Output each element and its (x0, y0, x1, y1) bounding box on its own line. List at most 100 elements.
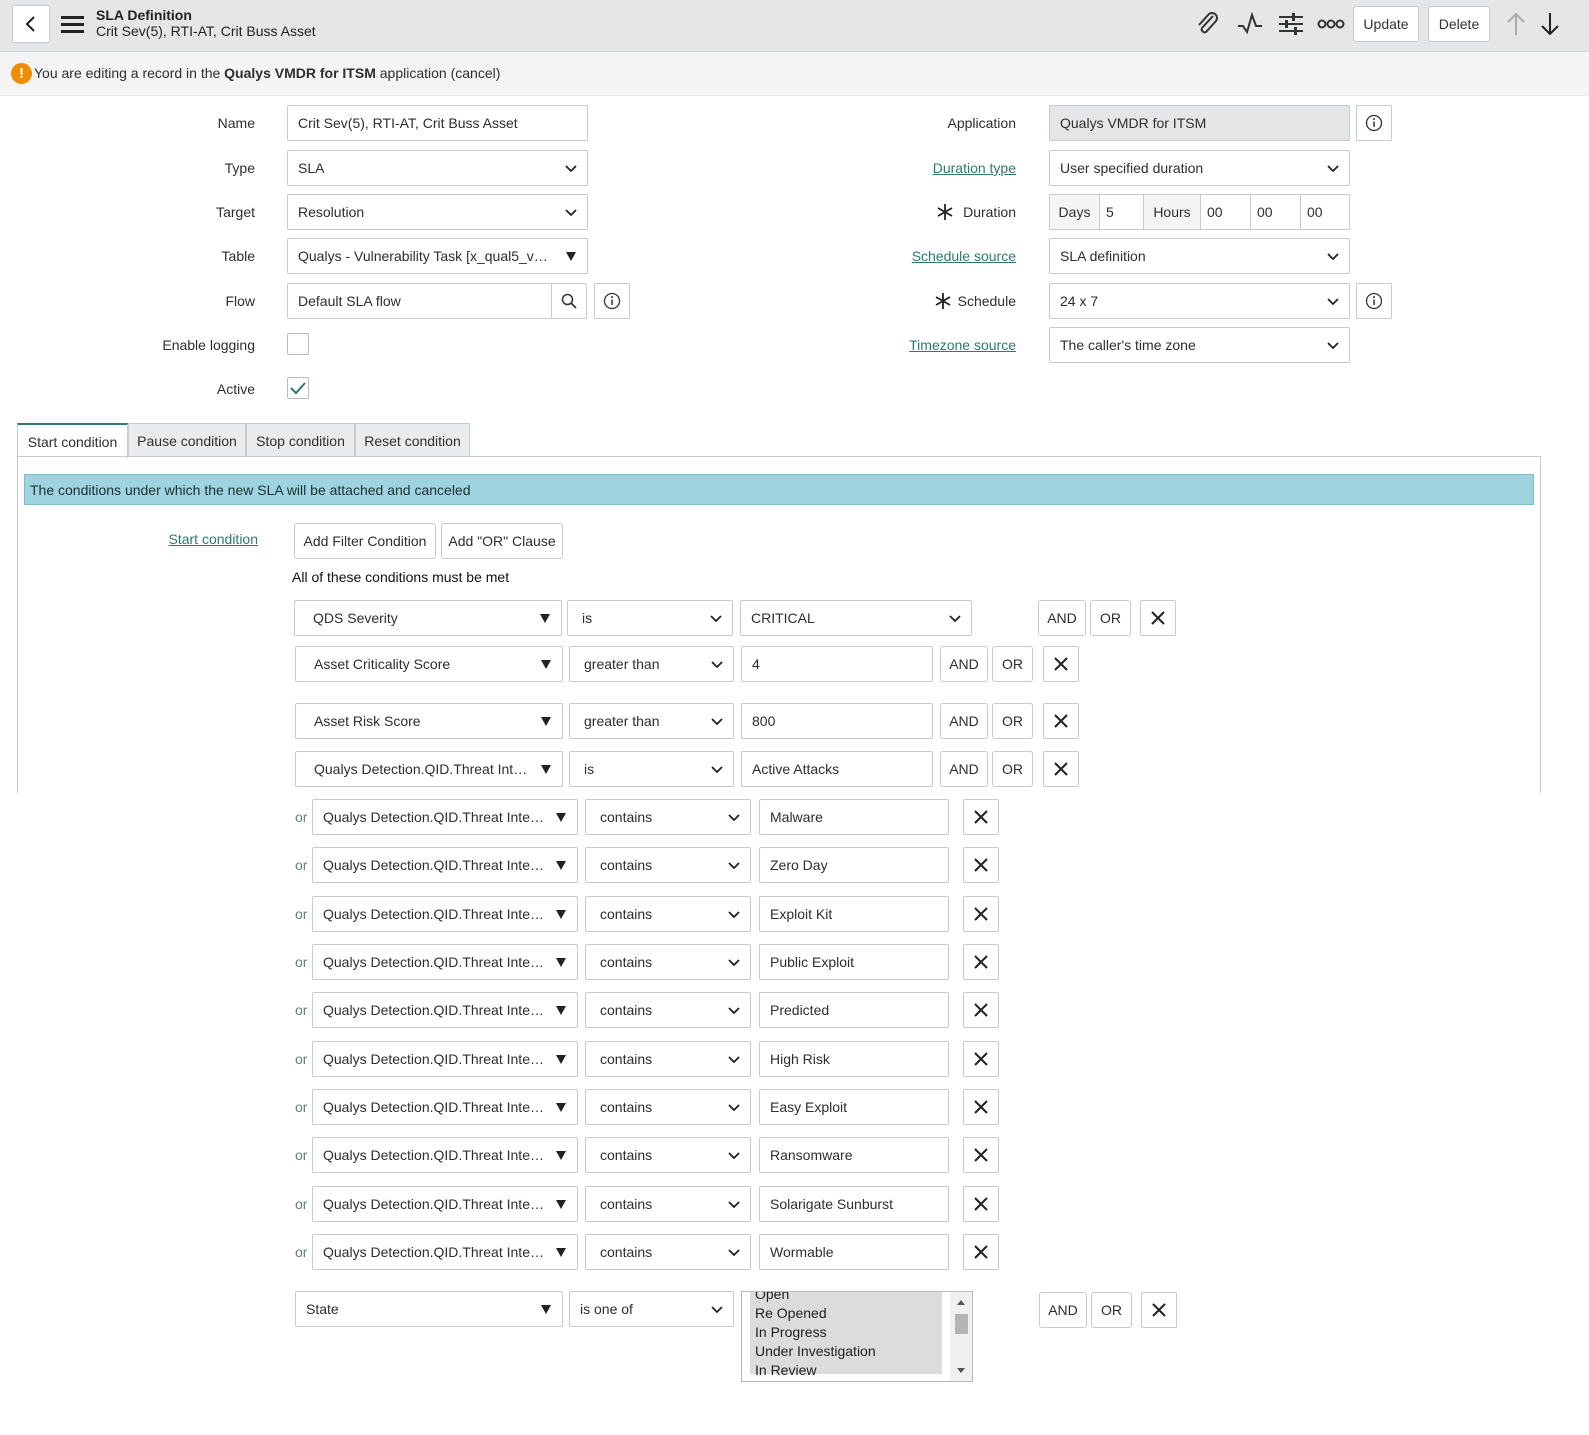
seconds-input[interactable]: 00 (1301, 195, 1349, 229)
scroll-down-arrow-icon[interactable] (956, 1367, 966, 1375)
or-button[interactable]: OR (992, 646, 1033, 682)
or-condition-field-select[interactable]: Qualys Detection.QID.Threat Intelli... (312, 1234, 578, 1270)
state-option[interactable]: Re Opened (750, 1304, 942, 1323)
application-info-button[interactable] (1356, 105, 1392, 141)
flow-info-button[interactable] (594, 283, 630, 319)
state-operator-select[interactable]: is one of (569, 1291, 734, 1327)
more-options-icon[interactable] (1316, 10, 1346, 38)
state-option[interactable]: Open (750, 1292, 942, 1304)
tab-pause-condition[interactable]: Pause condition (128, 423, 246, 457)
target-select[interactable]: Resolution (287, 194, 588, 230)
state-or-button[interactable]: OR (1091, 1292, 1132, 1328)
back-button[interactable] (12, 5, 50, 43)
add-filter-condition-button[interactable]: Add Filter Condition (294, 523, 436, 559)
or-condition-value-input[interactable]: Public Exploit (759, 944, 949, 980)
or-condition-value-input[interactable]: Exploit Kit (759, 896, 949, 932)
tab-start-condition[interactable]: Start condition (17, 423, 128, 458)
or-condition-value-input[interactable]: High Risk (759, 1041, 949, 1077)
remove-or-condition-button[interactable] (963, 944, 999, 980)
condition-field-select[interactable]: Asset Risk Score (295, 703, 563, 739)
active-checkbox[interactable] (287, 377, 309, 399)
remove-condition-button[interactable] (1043, 646, 1079, 682)
scrollbar-thumb[interactable] (955, 1314, 968, 1334)
state-option[interactable]: In Progress (750, 1323, 942, 1342)
timezone-source-select[interactable]: The caller's time zone (1049, 327, 1350, 363)
remove-or-condition-button[interactable] (963, 1089, 999, 1125)
or-condition-operator-select[interactable]: contains (585, 1137, 751, 1173)
or-condition-value-input[interactable]: Predicted (759, 992, 949, 1028)
or-condition-operator-select[interactable]: contains (585, 944, 751, 980)
condition-value-input[interactable]: Active Attacks (741, 751, 933, 787)
or-condition-operator-select[interactable]: contains (585, 1089, 751, 1125)
paperclip-icon[interactable] (1194, 10, 1220, 38)
state-remove-button[interactable] (1141, 1292, 1177, 1328)
condition-value-input[interactable]: 800 (741, 703, 933, 739)
days-input[interactable]: 5 (1100, 195, 1144, 229)
arrow-up-icon[interactable] (1505, 11, 1527, 37)
condition-value-input[interactable]: 4 (741, 646, 933, 682)
remove-or-condition-button[interactable] (963, 1186, 999, 1222)
enable-logging-checkbox[interactable] (287, 333, 309, 355)
update-button[interactable]: Update (1353, 6, 1419, 42)
state-option[interactable]: Under Investigation (750, 1342, 942, 1361)
flow-input[interactable]: Default SLA flow (287, 283, 552, 319)
condition-field-select[interactable]: Asset Criticality Score (295, 646, 563, 682)
or-condition-value-input[interactable]: Ransomware (759, 1137, 949, 1173)
remove-or-condition-button[interactable] (963, 896, 999, 932)
remove-or-condition-button[interactable] (963, 992, 999, 1028)
notice-cancel-link[interactable]: (cancel) (451, 65, 501, 81)
remove-or-condition-button[interactable] (963, 847, 999, 883)
or-button[interactable]: OR (992, 751, 1033, 787)
timezone-source-link[interactable]: Timezone source (860, 337, 1016, 353)
or-condition-value-input[interactable]: Malware (759, 799, 949, 835)
condition-field-select[interactable]: Qualys Detection.QID.Threat Intelli... (295, 751, 563, 787)
remove-or-condition-button[interactable] (963, 799, 999, 835)
or-button[interactable]: OR (1090, 600, 1131, 636)
or-condition-operator-select[interactable]: contains (585, 1234, 751, 1270)
or-condition-value-input[interactable]: Zero Day (759, 847, 949, 883)
and-button[interactable]: AND (940, 646, 988, 682)
or-condition-field-select[interactable]: Qualys Detection.QID.Threat Intelli... (312, 799, 578, 835)
or-condition-field-select[interactable]: Qualys Detection.QID.Threat Intelli... (312, 1089, 578, 1125)
settings-sliders-icon[interactable] (1277, 10, 1305, 38)
or-condition-field-select[interactable]: Qualys Detection.QID.Threat Intelli... (312, 896, 578, 932)
table-select[interactable]: Qualys - Vulnerability Task [x_qual5_vmd… (287, 238, 588, 274)
type-select[interactable]: SLA (287, 150, 588, 186)
state-values-listbox[interactable]: Open Re Opened In Progress Under Investi… (741, 1291, 973, 1382)
state-field-select[interactable]: State (295, 1291, 563, 1327)
remove-or-condition-button[interactable] (963, 1137, 999, 1173)
duration-type-select[interactable]: User specified duration (1049, 150, 1350, 186)
remove-or-condition-button[interactable] (963, 1041, 999, 1077)
listbox-scrollbar[interactable] (950, 1292, 972, 1381)
minutes-input[interactable]: 00 (1251, 195, 1301, 229)
condition-field-select[interactable]: QDS Severity (294, 600, 562, 636)
or-condition-field-select[interactable]: Qualys Detection.QID.Threat Intelli... (312, 1186, 578, 1222)
schedule-source-select[interactable]: SLA definition (1049, 238, 1350, 274)
tab-reset-condition[interactable]: Reset condition (355, 423, 470, 457)
activity-pulse-icon[interactable] (1236, 10, 1264, 38)
or-condition-operator-select[interactable]: contains (585, 847, 751, 883)
condition-operator-select[interactable]: is (567, 600, 733, 636)
condition-operator-select[interactable]: is (569, 751, 734, 787)
state-and-button[interactable]: AND (1039, 1292, 1087, 1328)
or-condition-field-select[interactable]: Qualys Detection.QID.Threat Intelli... (312, 944, 578, 980)
state-option[interactable]: In Review (750, 1361, 942, 1380)
schedule-source-link[interactable]: Schedule source (860, 248, 1016, 264)
or-button[interactable]: OR (992, 703, 1033, 739)
and-button[interactable]: AND (940, 703, 988, 739)
or-condition-field-select[interactable]: Qualys Detection.QID.Threat Intelli... (312, 847, 578, 883)
and-button[interactable]: AND (940, 751, 988, 787)
or-condition-field-select[interactable]: Qualys Detection.QID.Threat Intelli... (312, 1137, 578, 1173)
or-condition-value-input[interactable]: Solarigate Sunburst (759, 1186, 949, 1222)
or-condition-operator-select[interactable]: contains (585, 1186, 751, 1222)
arrow-down-icon[interactable] (1540, 11, 1560, 37)
remove-condition-button[interactable] (1043, 751, 1079, 787)
remove-condition-button[interactable] (1140, 600, 1176, 636)
or-condition-value-input[interactable]: Easy Exploit (759, 1089, 949, 1125)
scroll-up-arrow-icon[interactable] (956, 1298, 966, 1306)
schedule-select[interactable]: 24 x 7 (1049, 283, 1350, 319)
condition-operator-select[interactable]: greater than (569, 703, 734, 739)
or-condition-field-select[interactable]: Qualys Detection.QID.Threat Intelli... (312, 992, 578, 1028)
condition-operator-select[interactable]: greater than (569, 646, 734, 682)
schedule-info-button[interactable] (1356, 283, 1392, 319)
